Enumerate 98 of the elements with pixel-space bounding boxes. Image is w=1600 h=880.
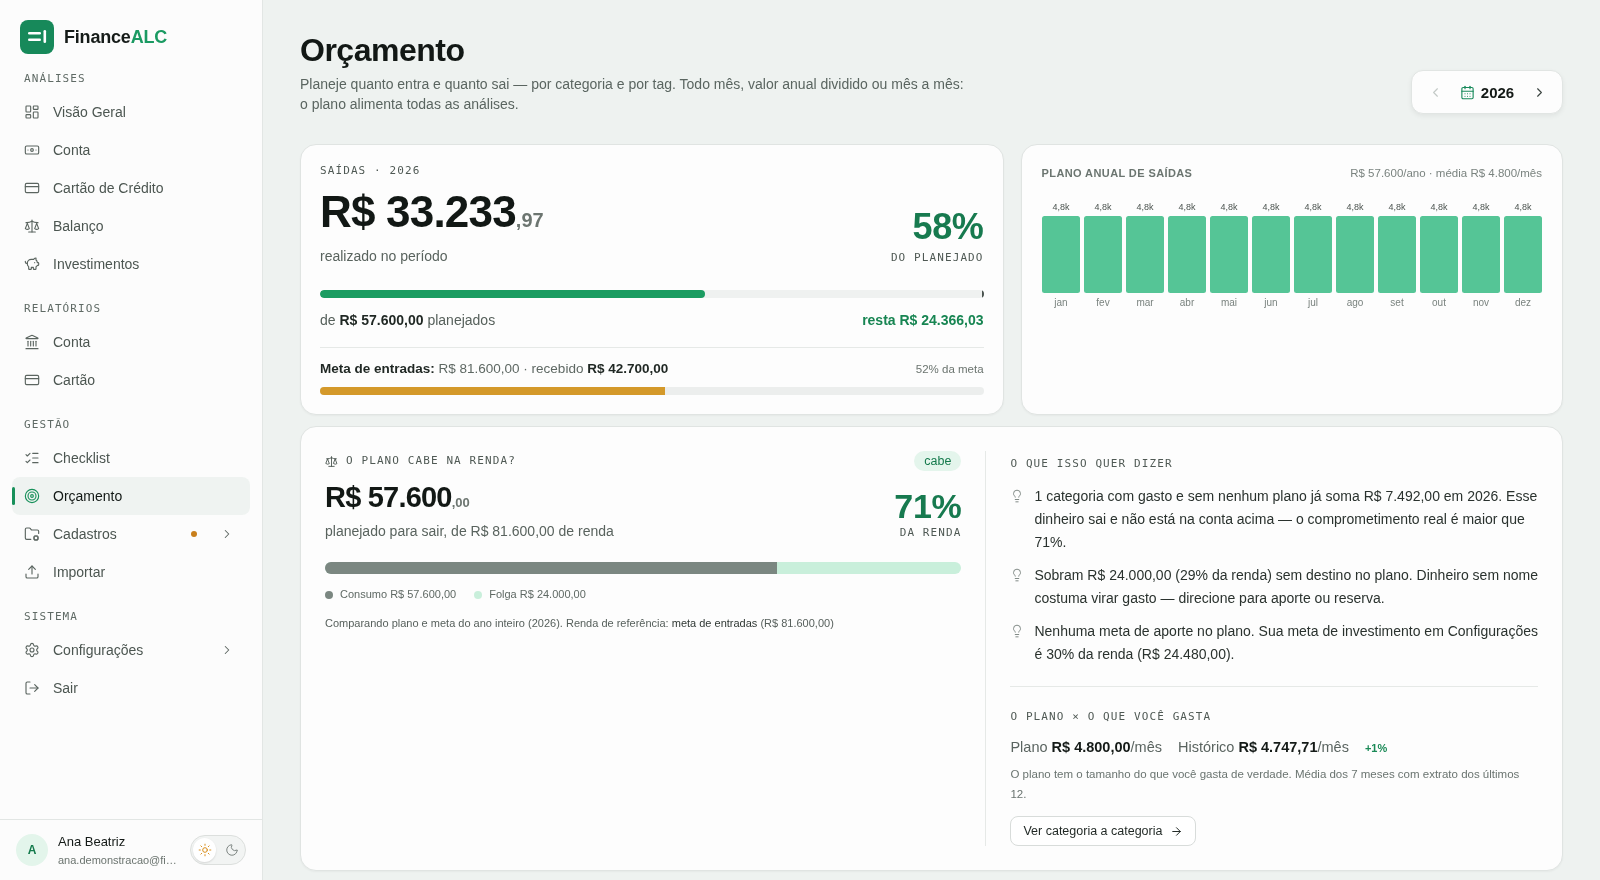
bar-value-label: 4,8k: [1052, 202, 1070, 212]
month-label: nov: [1472, 296, 1489, 308]
month-label: out: [1431, 296, 1446, 308]
nav-item[interactable]: Checklist: [12, 439, 250, 477]
nav-item[interactable]: Sair: [12, 669, 250, 707]
section-title: O PLANO × O QUE VOCÊ GASTA: [1010, 710, 1213, 724]
nav-section-title: RELATÓRIOS: [23, 301, 103, 317]
month-label: fev: [1095, 296, 1110, 308]
nav-item[interactable]: Investimentos: [12, 245, 250, 283]
percent-label: DA RENDA: [899, 526, 962, 540]
bar-value-label: 4,8k: [1514, 202, 1532, 212]
moon-icon: [224, 843, 239, 857]
percent-value: 58%: [912, 209, 984, 245]
bank-icon: [24, 334, 40, 350]
status-badge: cabe: [914, 451, 962, 471]
nav-item[interactable]: Balanço: [12, 207, 250, 245]
month-label: ago: [1346, 296, 1363, 308]
remaining-text: resta R$ 24.366,03: [862, 311, 984, 329]
nav-item[interactable]: Orçamento: [12, 477, 250, 515]
calendar-icon: [1459, 84, 1475, 100]
nav-item[interactable]: Visão Geral: [12, 93, 250, 131]
scale-icon: [24, 218, 40, 234]
insight-text: Sobram R$ 24.000,00 (29% da renda) sem destino no plano. Dinheiro sem nome costuma virar gasto — direcione para aporte ou reserva.: [1034, 566, 1538, 608]
nav-item[interactable]: Conta: [12, 131, 250, 169]
planned-text: de R$ 57.600,00 planejados: [320, 311, 496, 329]
insight-text: Nenhuma meta de aporte no plano. Sua meta de investimento em Configurações é 30% da renda (R$ 24.480,00).: [1034, 622, 1538, 664]
month-label: abr: [1179, 296, 1194, 308]
planned-amount: R$ 57.600,00: [325, 483, 471, 515]
amount-caption: planejado para sair, de R$ 81.600,00 de renda: [325, 522, 614, 540]
legend-label: Consumo R$ 57.600,00: [340, 588, 457, 601]
banknote-icon: [24, 142, 40, 158]
user-email: ana.demonstracao@fi…: [58, 852, 178, 867]
nav-item[interactable]: Importar: [12, 553, 250, 591]
user-name: Ana Beatriz: [58, 833, 127, 850]
checklist-icon: [24, 450, 40, 466]
plan-value: Plano R$ 4.800,00/mês: [1010, 738, 1162, 757]
page-subtitle: Planeje quanto entra e quanto sai — por categoria e por tag. Todo mês, valor anual dividido ou mês a mês: o plano alimenta todas as análises.: [300, 75, 965, 114]
category-button[interactable]: Ver categoria a categoria: [1010, 816, 1197, 846]
bar-value-label: 4,8k: [1178, 202, 1196, 212]
bar-value-label: 4,8k: [1346, 202, 1364, 212]
nav-item[interactable]: Cartão de Crédito: [12, 169, 250, 207]
brand-logo-icon: [20, 20, 54, 54]
arrow-right-icon: [1170, 824, 1184, 838]
month-label: jan: [1053, 296, 1068, 308]
upload-icon: [24, 564, 40, 580]
logout-icon: [24, 680, 40, 696]
comparison-note: O plano tem o tamanho do que você gasta de verdade. Média dos 7 meses com extrato dos últimos 12.: [1010, 767, 1521, 802]
credit-card-icon: [24, 372, 40, 388]
percent-value: 71%: [894, 488, 962, 524]
month-label: jul: [1307, 296, 1318, 308]
month-label: mai: [1220, 296, 1237, 308]
bar-value-label: 4,8k: [1262, 202, 1280, 212]
chart-summary: R$ 57.600/ano · média R$ 4.800/mês: [1350, 166, 1542, 180]
scale-icon: [325, 454, 338, 468]
history-value: Histórico R$ 4.747,71/mês: [1178, 738, 1349, 757]
month-label: jun: [1263, 296, 1278, 308]
nav-section-title: GESTÃO: [23, 417, 72, 433]
reference-note: Comparando plano e meta do ano inteiro (2026). Renda de referência: meta de entradas (R$ 81.600,00): [325, 616, 835, 630]
nav-item[interactable]: Cadastros: [12, 515, 250, 553]
percent-label: DO PLANEJADO: [890, 251, 984, 265]
user-avatar: A: [16, 834, 48, 866]
card-label: SAÍDAS · 2026: [320, 164, 422, 178]
sun-icon: [197, 843, 212, 857]
settings-icon: [24, 642, 40, 658]
bar-value-label: 4,8k: [1094, 202, 1112, 212]
month-label: set: [1389, 296, 1404, 308]
page-title: Orçamento: [300, 31, 466, 70]
delta-value: +1%: [1364, 741, 1388, 756]
chart-title: PLANO ANUAL DE SAÍDAS: [1041, 166, 1193, 180]
target-icon: [24, 488, 40, 504]
legend-label: Folga R$ 24.000,00: [489, 588, 586, 601]
nav-section-title: ANÁLISES: [23, 71, 87, 87]
light-mode-button[interactable]: [193, 838, 216, 862]
bar-value-label: 4,8k: [1430, 202, 1448, 212]
bar-value-label: 4,8k: [1220, 202, 1238, 212]
nav-item[interactable]: Configurações: [12, 631, 250, 669]
nav-section-title: SISTEMA: [23, 609, 80, 625]
income-goal-percent-text: 52% da meta: [915, 362, 984, 376]
section-title: O PLANO CABE NA RENDA?: [346, 454, 516, 468]
month-label: dez: [1514, 296, 1531, 308]
bar-value-label: 4,8k: [1388, 202, 1406, 212]
bar-value-label: 4,8k: [1304, 202, 1322, 212]
nav-item[interactable]: Cartão: [12, 361, 250, 399]
piggy-bank-icon: [24, 256, 40, 272]
dashboard-icon: [24, 104, 40, 120]
bar-value-label: 4,8k: [1472, 202, 1490, 212]
amount-caption: realizado no período: [320, 247, 449, 265]
nav-item[interactable]: Conta: [12, 323, 250, 361]
insight-text: 1 categoria com gasto e sem nenhum plano já soma R$ 7.492,00 em 2026. Esse dinheiro sai e não está na conta acima — o comprometimento real é maior que 71%.: [1034, 487, 1538, 552]
credit-card-icon: [24, 180, 40, 196]
brand-name: FinanceALC: [64, 26, 168, 48]
year-value: 2026: [1480, 83, 1515, 101]
month-label: mar: [1135, 296, 1154, 308]
folder-gear-icon: [24, 526, 40, 542]
spent-amount: R$ 33.233,97: [320, 190, 544, 238]
section-title: O QUE ISSO QUER DIZER: [1010, 457, 1174, 471]
bar-value-label: 4,8k: [1136, 202, 1154, 212]
income-goal-text: Meta de entradas: R$ 81.600,00 · recebido R$ 42.700,00: [320, 360, 669, 378]
